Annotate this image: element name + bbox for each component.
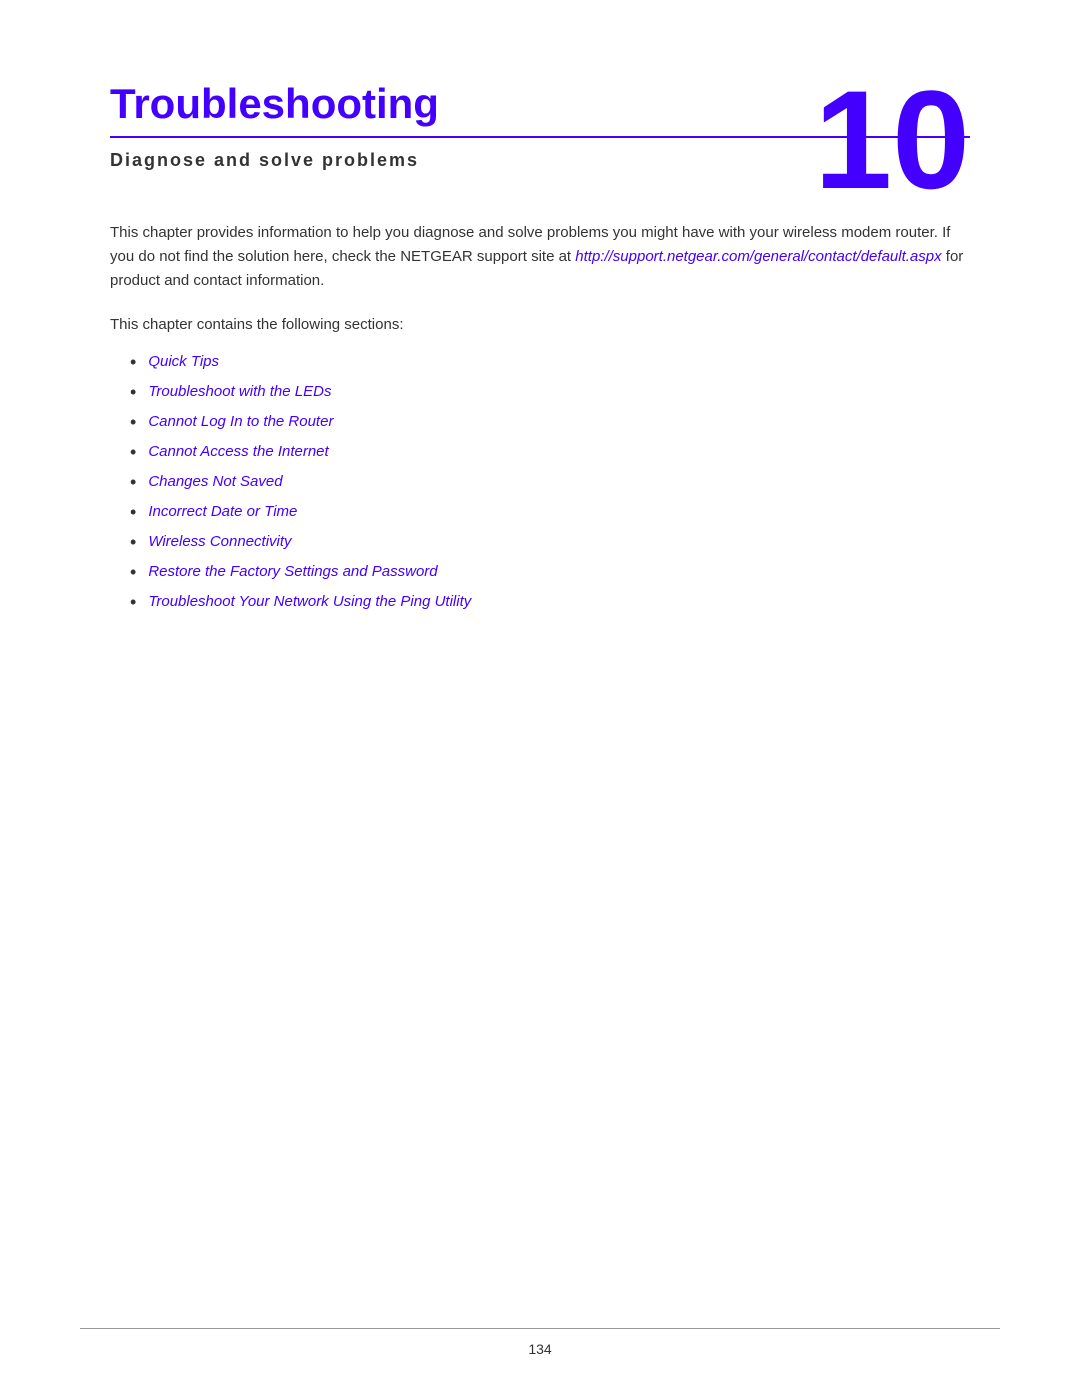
toc-item: • Troubleshoot Your Network Using the Pin… xyxy=(130,593,970,613)
toc-item: • Troubleshoot with the LEDs xyxy=(130,383,970,403)
toc-link-8[interactable]: Troubleshoot Your Network Using the Ping… xyxy=(148,593,471,610)
bullet-icon: • xyxy=(130,352,136,373)
toc-link-4[interactable]: Changes Not Saved xyxy=(148,473,282,490)
page-number: 134 xyxy=(528,1341,551,1357)
bullet-icon: • xyxy=(130,382,136,403)
footer-line xyxy=(80,1328,1000,1329)
toc-link-2[interactable]: Cannot Log In to the Router xyxy=(148,413,333,430)
toc-item: • Quick Tips xyxy=(130,353,970,373)
bullet-icon: • xyxy=(130,532,136,553)
toc-link-7[interactable]: Restore the Factory Settings and Passwor… xyxy=(148,563,437,580)
bullet-icon: • xyxy=(130,412,136,433)
intro-paragraph-1: This chapter provides information to hel… xyxy=(110,221,970,293)
bullet-icon: • xyxy=(130,592,136,613)
bullet-icon: • xyxy=(130,472,136,493)
bullet-icon: • xyxy=(130,442,136,463)
support-link[interactable]: http://support.netgear.com/general/conta… xyxy=(575,248,941,265)
toc-link-5[interactable]: Incorrect Date or Time xyxy=(148,503,297,520)
toc-item: • Restore the Factory Settings and Passwo… xyxy=(130,563,970,583)
toc-item: • Cannot Log In to the Router xyxy=(130,413,970,433)
chapter-number: 10 xyxy=(814,70,970,210)
toc-item: • Cannot Access the Internet xyxy=(130,443,970,463)
toc-list: • Quick Tips • Troubleshoot with the LEDs • C… xyxy=(130,353,970,613)
toc-link-1[interactable]: Troubleshoot with the LEDs xyxy=(148,383,331,400)
page: 10 Troubleshooting Diagnose and solve pr… xyxy=(0,0,1080,1397)
toc-item: • Changes Not Saved xyxy=(130,473,970,493)
sections-intro: This chapter contains the following sect… xyxy=(110,313,970,337)
toc-link-0[interactable]: Quick Tips xyxy=(148,353,219,370)
toc-link-3[interactable]: Cannot Access the Internet xyxy=(148,443,328,460)
toc-link-6[interactable]: Wireless Connectivity xyxy=(148,533,291,550)
toc-item: • Wireless Connectivity xyxy=(130,533,970,553)
toc-item: • Incorrect Date or Time xyxy=(130,503,970,523)
bullet-icon: • xyxy=(130,502,136,523)
page-footer: 134 xyxy=(0,1328,1080,1357)
bullet-icon: • xyxy=(130,562,136,583)
header-section: 10 Troubleshooting Diagnose and solve pr… xyxy=(110,80,970,171)
